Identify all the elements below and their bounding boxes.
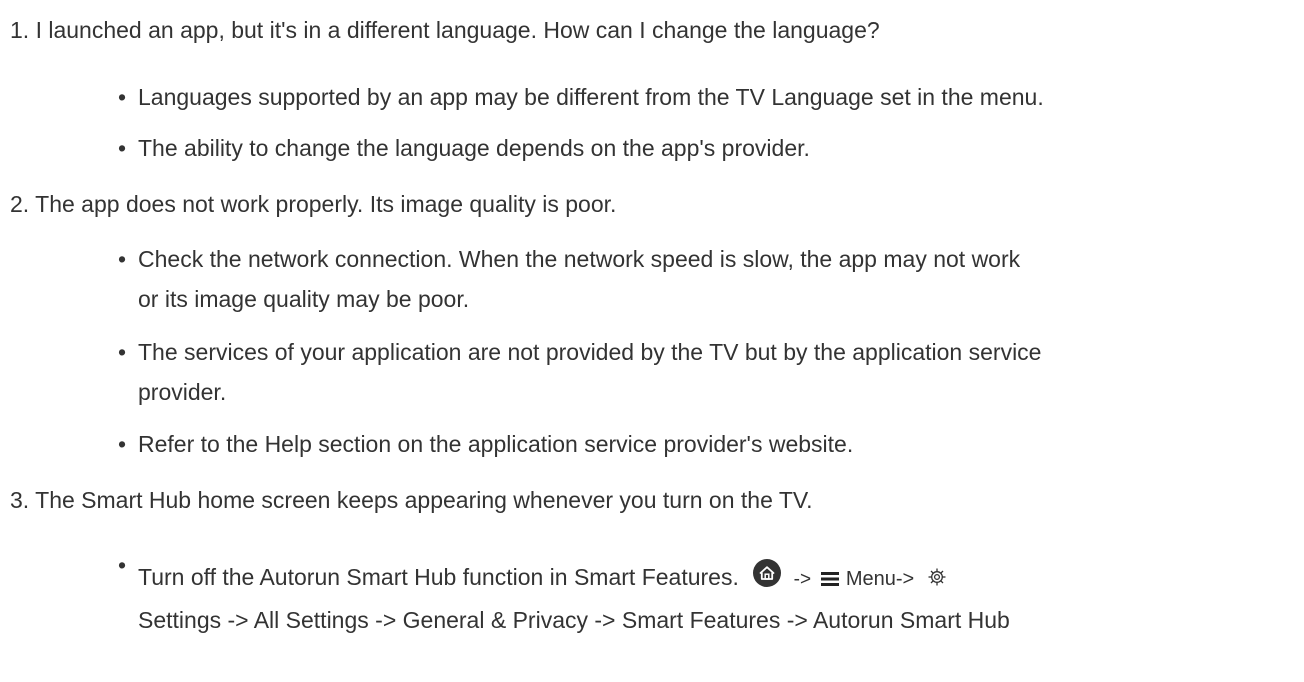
bullet-text-continued: or its image quality may be poor. xyxy=(138,286,470,312)
answer-2-bullet-3: • Refer to the Help section on the applic… xyxy=(118,424,853,464)
settings-path: Settings -> All Settings -> General & Pr… xyxy=(138,607,1010,633)
answer-2-bullet-1: • Check the network connection. When the … xyxy=(118,239,1020,319)
home-icon xyxy=(753,559,782,587)
question-1: 1. I launched an app, but it's in a diff… xyxy=(10,17,880,43)
answer-2-bullet-2: • The services of your application are no… xyxy=(118,332,1041,412)
bullet-text: Languages supported by an app may be dif… xyxy=(138,84,1044,110)
question-2: 2. The app does not work properly. Its i… xyxy=(10,191,617,217)
bullet-dot: • xyxy=(118,135,127,161)
gear-icon xyxy=(927,567,947,587)
bullet-text: Check the network connection. When the n… xyxy=(138,246,1021,272)
bullet-dot: • xyxy=(118,431,127,457)
bullet-dot: • xyxy=(118,84,127,110)
arrow-separator: -> xyxy=(793,569,812,590)
answer-3-bullet-1: • Turn off the Autorun Smart Hub function… xyxy=(118,545,1010,640)
menu-label: Menu-> xyxy=(845,568,915,590)
bullet-text: Refer to the Help section on the applica… xyxy=(138,431,854,457)
answer-1-bullet-2: • The ability to change the language depe… xyxy=(118,128,810,168)
bullet-text-continued: provider. xyxy=(138,379,227,405)
bullet-text: The ability to change the language depen… xyxy=(138,135,810,161)
question-3: 3. The Smart Hub home screen keeps appea… xyxy=(10,487,813,513)
bullet-dot: • xyxy=(118,246,127,272)
hamburger-menu-icon xyxy=(821,571,840,587)
bullet-dot: • xyxy=(118,552,127,578)
answer-1-bullet-1: • Languages supported by an app may be di… xyxy=(118,77,1044,117)
bullet-text: The services of your application are not… xyxy=(138,339,1042,365)
bullet-dot: • xyxy=(118,339,127,365)
bullet-text: Turn off the Autorun Smart Hub function … xyxy=(138,564,739,590)
